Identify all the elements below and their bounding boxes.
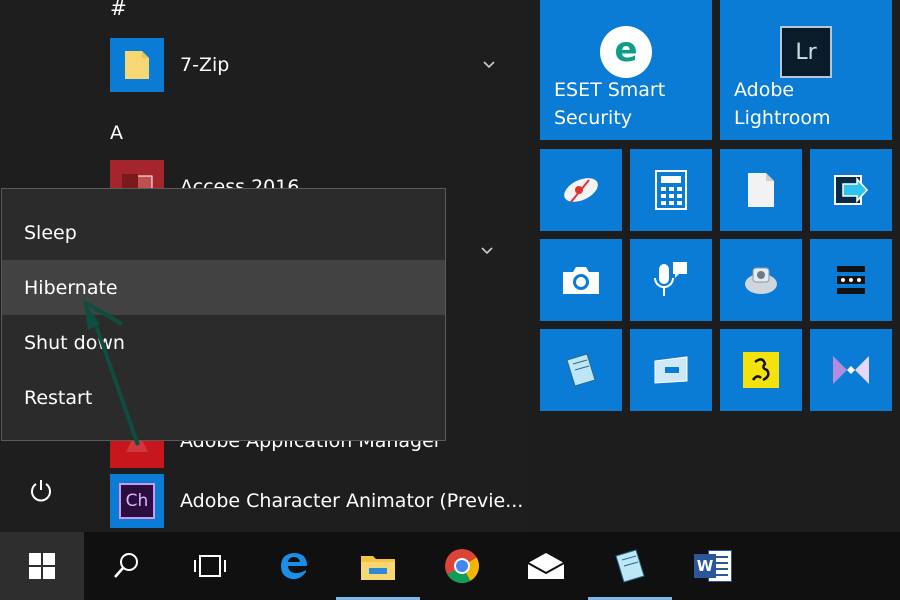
mail-icon [527,553,565,579]
character-animator-icon-text: Ch [119,483,155,519]
taskbar-mail[interactable] [504,532,588,600]
lightroom-icon-text: Lr [795,39,817,65]
search-button[interactable] [84,532,168,600]
power-icon [31,480,51,502]
power-menu-restart[interactable]: Restart [2,370,445,425]
taskbar-edge[interactable] [252,532,336,600]
app-item-adobe-character-animator[interactable]: Ch Adobe Character Animator (Previe... [110,474,523,528]
visual-studio-icon [833,356,869,384]
tile-label: ESET Smart [554,79,666,101]
chevron-down-icon[interactable] [482,58,496,72]
script-text-icon [833,262,869,298]
tile-script-app[interactable] [810,239,892,321]
folder-icon [361,556,395,580]
word-icon: W [694,548,734,584]
task-view-icon [194,555,226,577]
chrome-icon [445,549,479,583]
microphone-icon [654,262,687,296]
tile-adobe-lightroom[interactable]: Lr Adobe Lightroom [720,0,892,140]
tile-label: Adobe [734,79,795,101]
media-disc-icon [745,267,777,294]
notepad-icon [615,549,645,583]
group-header-a[interactable]: A [110,122,123,144]
task-view-button[interactable] [168,532,252,600]
eset-icon-text: e [614,30,638,70]
group-header-hash[interactable]: # [110,0,127,20]
edge-icon [281,553,307,580]
tile-remote-app[interactable] [810,149,892,231]
folder-icon [110,38,164,92]
taskbar-word[interactable]: W [672,532,756,600]
taskbar-file-explorer[interactable] [336,532,420,600]
taskbar: W [0,532,900,600]
tile-sticky-app[interactable] [720,329,802,411]
document-icon [748,173,774,207]
tile-visual-studio[interactable] [810,329,892,411]
power-button[interactable] [18,468,64,514]
app-item-label: Adobe Character Animator (Previe... [180,490,524,512]
tile-notepad[interactable] [720,149,802,231]
power-menu-hibernate[interactable]: Hibernate [2,260,445,315]
tile-snipping-tool[interactable] [540,149,622,231]
app-item-label: 7-Zip [180,54,230,76]
chevron-down-icon[interactable] [480,244,494,258]
tile-label: Security [554,107,633,129]
tile-calculator[interactable] [630,149,712,231]
windows-logo-icon [29,553,55,579]
camera-icon [563,267,599,294]
calculator-icon [655,170,687,210]
tile-notepad-blue[interactable] [540,329,622,411]
eset-icon: e [600,26,652,78]
tile-voice-recorder[interactable] [630,239,712,321]
window-icon [654,356,688,384]
character-animator-icon: Ch [110,474,164,528]
tile-eset-smart-security[interactable]: e ESET Smart Security [540,0,712,140]
snipping-tool-icon [564,178,598,203]
power-menu: Sleep Hibernate Shut down Restart [1,188,446,441]
remote-arrow-icon [834,175,869,205]
power-menu-shutdown[interactable]: Shut down [2,315,445,370]
start-button[interactable] [0,532,84,600]
tile-camera[interactable] [540,239,622,321]
tile-media-app[interactable] [720,239,802,321]
taskbar-notepad[interactable] [588,532,672,600]
taskbar-chrome[interactable] [420,532,504,600]
search-icon [114,553,138,578]
yellow-face-icon [743,352,779,388]
app-item-7zip[interactable]: 7-Zip [110,38,510,92]
lightroom-icon: Lr [780,26,832,78]
power-menu-sleep[interactable]: Sleep [2,205,445,260]
tile-label: Lightroom [734,107,831,129]
notepad-icon [566,353,596,387]
word-icon-text: W [694,554,716,578]
tile-window-app[interactable] [630,329,712,411]
